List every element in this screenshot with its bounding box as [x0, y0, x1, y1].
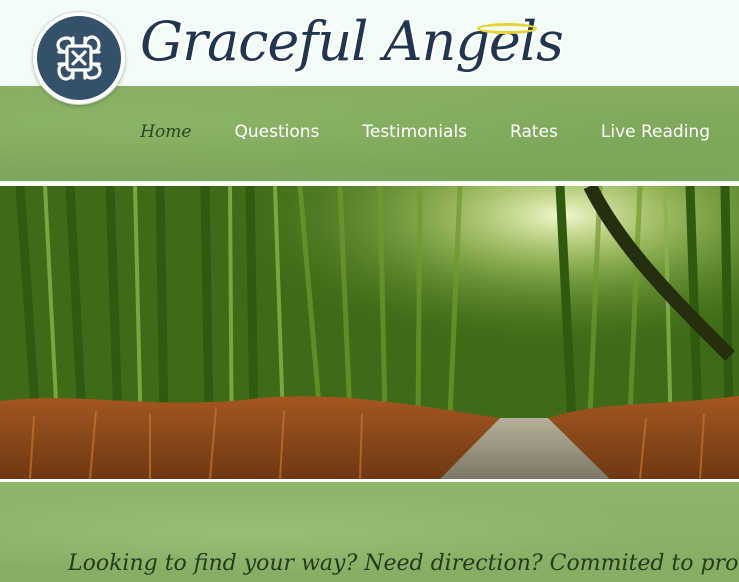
nav-home[interactable]: Home	[140, 122, 191, 148]
content-band: Looking to find your way? Need direction…	[0, 482, 739, 582]
main-nav: Home Questions Testimonials Rates Live R…	[140, 122, 739, 148]
nav-band: Home Questions Testimonials Rates Live R…	[0, 86, 739, 181]
brand-logo[interactable]: Graceful Angels	[140, 8, 564, 98]
celtic-knot-icon	[56, 35, 102, 81]
logo-badge[interactable]	[33, 12, 125, 104]
nav-live-reading[interactable]: Live Reading	[601, 122, 710, 148]
hero-banner-image	[0, 183, 739, 482]
nav-rates[interactable]: Rates	[510, 122, 558, 148]
nav-testimonials[interactable]: Testimonials	[362, 122, 467, 148]
halo-icon	[477, 23, 537, 34]
intro-tagline: Looking to find your way? Need direction…	[68, 551, 739, 576]
brand-name: Graceful Angels	[140, 10, 564, 73]
bamboo-forest-illustration	[0, 186, 739, 479]
nav-questions[interactable]: Questions	[234, 122, 319, 148]
